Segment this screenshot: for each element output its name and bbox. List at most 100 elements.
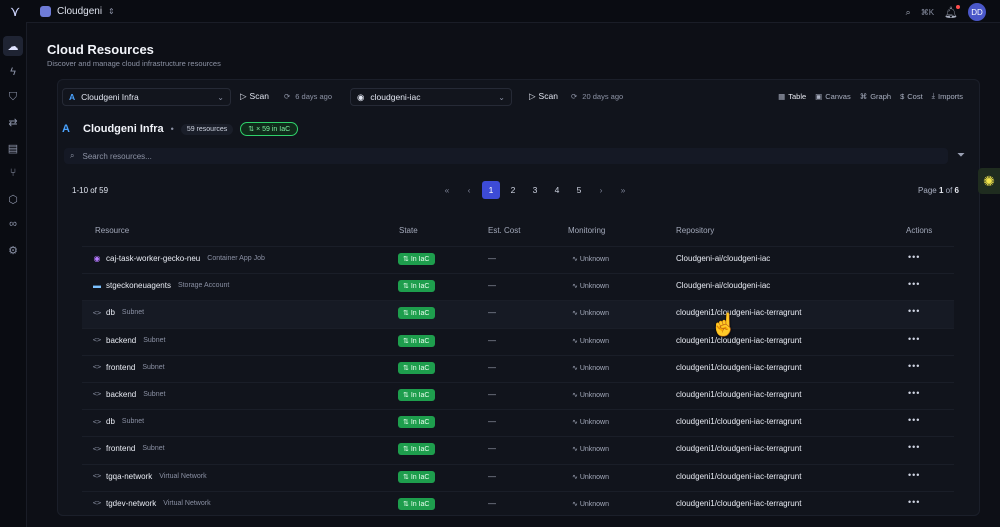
repository-link[interactable]: cloudgeni1/cloudgeni-iac-terragrunt: [676, 363, 801, 372]
transfer-icon[interactable]: ⇄: [3, 112, 23, 132]
row-actions-menu[interactable]: •••: [908, 361, 920, 371]
monitoring-label: Unknown: [579, 283, 609, 291]
repo-scan-status: ⟳ 20 days ago: [571, 89, 623, 103]
col-state[interactable]: State: [399, 226, 418, 235]
repository-link[interactable]: cloudgeni1/cloudgeni-iac-terragrunt: [676, 444, 801, 453]
infra-scan-button[interactable]: ▷ Scan: [240, 89, 269, 103]
row-actions-menu[interactable]: •••: [908, 334, 920, 344]
col-monitoring[interactable]: Monitoring: [568, 226, 605, 235]
prev-page-button[interactable]: ‹: [460, 181, 478, 199]
row-actions-menu[interactable]: •••: [908, 279, 920, 289]
resource-cell[interactable]: <> tgqa-network Virtual Network: [92, 472, 207, 481]
view-graph[interactable]: ⌘ Graph: [860, 92, 891, 101]
shield-icon[interactable]: ⛉: [3, 87, 23, 107]
next-page-button[interactable]: ›: [592, 181, 610, 199]
repository-link[interactable]: Cloudgeni-ai/cloudgeni-iac: [676, 254, 770, 263]
refresh-icon[interactable]: ⟳: [284, 92, 290, 101]
repository-link[interactable]: cloudgeni1/cloudgeni-iac-terragrunt: [676, 308, 801, 317]
col-resource[interactable]: Resource: [95, 226, 129, 235]
document-icon[interactable]: ▤: [3, 138, 23, 158]
page-button-1[interactable]: 1: [482, 181, 500, 199]
settings-gear-icon[interactable]: ⚙: [3, 240, 23, 260]
link-icon[interactable]: ∞: [3, 214, 23, 234]
resource-name[interactable]: stgeckoneuagents: [106, 281, 171, 290]
first-page-button[interactable]: «: [438, 181, 456, 199]
table-row[interactable]: ▬ stgeckoneuagents Storage Account ⇅ In IaC…: [82, 273, 954, 300]
notifications-bell-icon[interactable]: 🔔︎: [944, 4, 960, 19]
last-page-button[interactable]: »: [614, 181, 632, 199]
resource-cell[interactable]: <> tgdev-network Virtual Network: [92, 499, 211, 508]
row-actions-menu[interactable]: •••: [908, 442, 920, 452]
row-actions-menu[interactable]: •••: [908, 252, 920, 262]
resource-name[interactable]: caj-task-worker-gecko-neu: [106, 254, 200, 263]
repository-link[interactable]: cloudgeni1/cloudgeni-iac-terragrunt: [676, 417, 801, 426]
resource-cell[interactable]: <> db Subnet: [92, 308, 144, 317]
repository-link[interactable]: cloudgeni1/cloudgeni-iac-terragrunt: [676, 472, 801, 481]
row-actions-menu[interactable]: •••: [908, 306, 920, 316]
repo-select[interactable]: ◉ cloudgeni-iac ⌄: [350, 88, 512, 106]
resource-name[interactable]: backend: [106, 390, 136, 399]
col-repository[interactable]: Repository: [676, 226, 714, 235]
est-cost: —: [488, 498, 496, 508]
resource-cell[interactable]: ▬ stgeckoneuagents Storage Account: [92, 281, 229, 290]
repository-link[interactable]: cloudgeni1/cloudgeni-iac-terragrunt: [676, 499, 801, 508]
repository-link[interactable]: cloudgeni1/cloudgeni-iac-terragrunt: [676, 390, 801, 399]
repo-scan-button[interactable]: ▷ Scan: [529, 89, 558, 103]
col-actions: Actions: [906, 226, 933, 235]
table-row[interactable]: <> backend Subnet ⇅ In IaC — ∿ Unknown cloudge…: [82, 327, 954, 355]
row-actions-menu[interactable]: •••: [908, 470, 920, 480]
refresh-icon[interactable]: ⟳: [571, 92, 577, 101]
page-button-3[interactable]: 3: [526, 181, 544, 199]
table-row[interactable]: ◉ caj-task-worker-gecko-neu Container App …: [82, 246, 954, 273]
resource-cell[interactable]: <> frontend Subnet: [92, 363, 165, 372]
infra-select[interactable]: A Cloudgeni Infra ⌄: [62, 88, 231, 106]
view-table[interactable]: ▦ Table: [778, 92, 806, 101]
search-resources-input[interactable]: ⌕ Search resources...: [64, 148, 948, 164]
row-actions-menu[interactable]: •••: [908, 388, 920, 398]
filter-icon[interactable]: ⏷: [957, 150, 965, 161]
resource-cell[interactable]: <> db Subnet: [92, 417, 144, 426]
cloud-icon[interactable]: ☁: [3, 36, 23, 56]
resource-cell[interactable]: ◉ caj-task-worker-gecko-neu Container App …: [92, 254, 265, 263]
col-est-cost[interactable]: Est. Cost: [488, 226, 520, 235]
view-canvas[interactable]: ▣ Canvas: [815, 92, 851, 101]
page-button-4[interactable]: 4: [548, 181, 566, 199]
table-row[interactable]: <> db Subnet ⇅ In IaC — ∿ Unknown cloudgeni1/c…: [82, 409, 954, 436]
table-row[interactable]: <> frontend Subnet ⇅ In IaC — ∿ Unknown cloudg…: [82, 354, 954, 382]
assistant-sparkle-icon[interactable]: ✺: [978, 168, 1000, 194]
resource-name[interactable]: tgdev-network: [106, 499, 156, 508]
view-imports[interactable]: ⤓ Imports: [932, 91, 963, 101]
github-icon: ◉: [357, 91, 365, 102]
row-actions-menu[interactable]: •••: [908, 415, 920, 425]
monitoring-status: ∿ Unknown: [572, 500, 609, 508]
table-row[interactable]: <> tgqa-network Virtual Network ⇅ In IaC — ∿ …: [82, 463, 954, 491]
repository-link[interactable]: Cloudgeni-ai/cloudgeni-iac: [676, 281, 770, 290]
pulse-icon: ∿: [572, 500, 580, 508]
box-icon[interactable]: ⬡: [3, 189, 23, 209]
resource-cell[interactable]: <> backend Subnet: [92, 336, 166, 345]
resource-name[interactable]: db: [106, 417, 115, 426]
search-icon[interactable]: ⌕: [906, 7, 911, 18]
resource-cell[interactable]: <> backend Subnet: [92, 390, 166, 399]
resource-name[interactable]: tgqa-network: [106, 472, 152, 481]
resource-name[interactable]: db: [106, 308, 115, 317]
repository-link[interactable]: cloudgeni1/cloudgeni-iac-terragrunt: [676, 336, 801, 345]
user-avatar[interactable]: DD: [968, 3, 986, 21]
row-actions-menu[interactable]: •••: [908, 497, 920, 507]
git-branch-icon[interactable]: ⑂: [3, 163, 23, 183]
table-row[interactable]: <> backend Subnet ⇅ In IaC — ∿ Unknown cloudge…: [82, 381, 954, 409]
resource-name[interactable]: frontend: [106, 444, 135, 453]
page-button-2[interactable]: 2: [504, 181, 522, 199]
view-cost[interactable]: $ Cost: [900, 92, 923, 101]
table-row[interactable]: <> tgdev-network Virtual Network ⇅ In IaC — ∿…: [82, 490, 954, 518]
page-button-5[interactable]: 5: [570, 181, 588, 199]
lightning-icon[interactable]: ϟ: [3, 62, 23, 82]
table-row[interactable]: <> frontend Subnet ⇅ In IaC — ∿ Unknown cloudg…: [82, 436, 954, 463]
resource-cell[interactable]: <> frontend Subnet: [92, 444, 165, 453]
iac-filter-badge[interactable]: ⇅ × 59 in IaC: [240, 122, 299, 136]
cloudgeni-logo-icon[interactable]: ⋎: [10, 3, 26, 19]
resource-name[interactable]: backend: [106, 336, 136, 345]
org-switcher[interactable]: Cloudgeni ⇕: [40, 4, 115, 18]
resource-name[interactable]: frontend: [106, 363, 135, 372]
table-row[interactable]: <> db Subnet ⇅ In IaC — ∿ Unknown cloudgeni1/c…: [82, 300, 954, 328]
